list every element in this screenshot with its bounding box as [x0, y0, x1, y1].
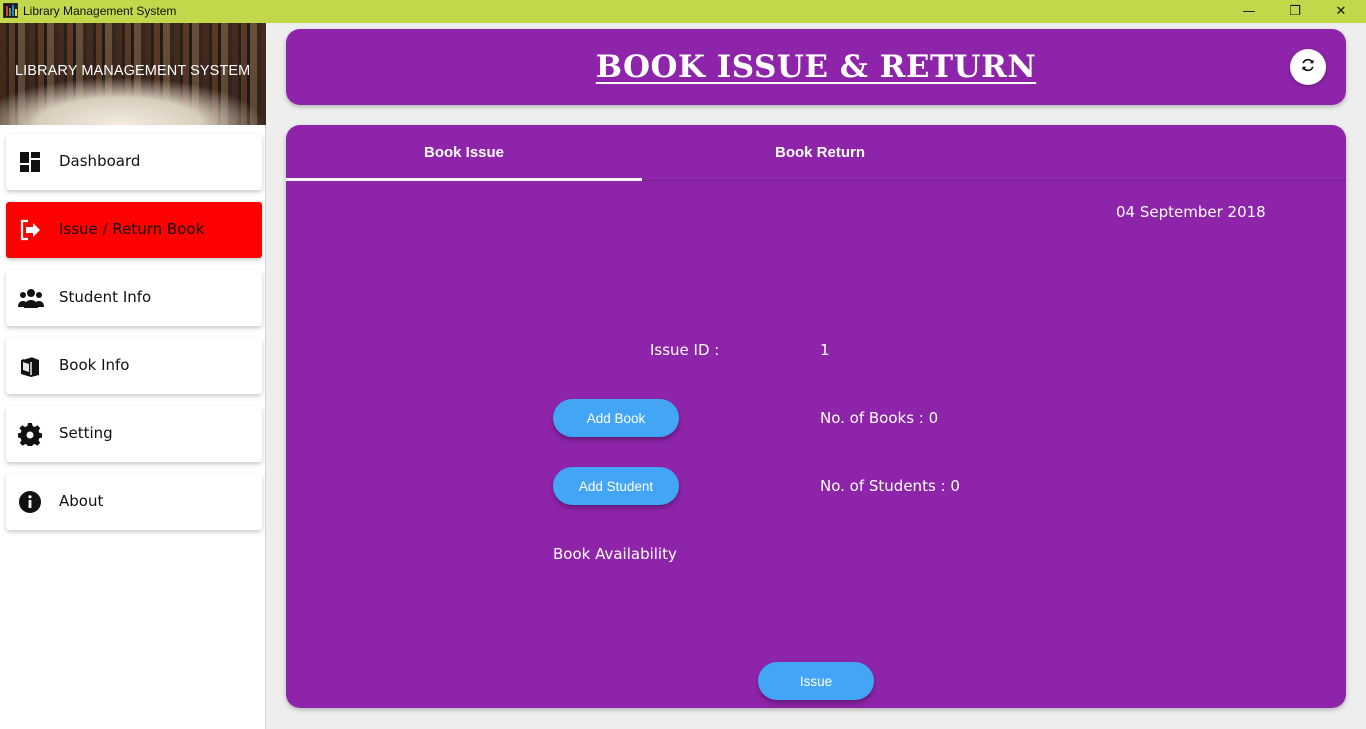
issue-id-value: 1 [820, 341, 830, 359]
app-icon [3, 3, 18, 18]
sidebar-item-label: Dashboard [59, 152, 141, 170]
refresh-icon [1300, 57, 1316, 77]
gear-icon [17, 422, 43, 448]
maximize-button[interactable]: ❐ [1272, 0, 1318, 23]
sidebar-item-label: Book Info [59, 356, 130, 374]
issue-id-label: Issue ID : [650, 341, 720, 359]
tab-book-issue[interactable]: Book Issue [286, 125, 642, 181]
page-header: BOOK ISSUE & RETURN [286, 29, 1346, 105]
sidebar-item-label: Setting [59, 424, 113, 442]
sidebar-item-setting[interactable]: Setting [6, 406, 262, 462]
sidebar: LIBRARY MANAGEMENT SYSTEM Dashboard Issu… [0, 23, 266, 729]
window-title: Library Management System [23, 4, 177, 18]
exit-arrow-icon [18, 218, 42, 242]
books-count: No. of Books : 0 [820, 409, 939, 427]
tab-bar: Book Issue Book Return [286, 125, 1346, 181]
issue-return-panel: Book Issue Book Return 04 September 2018… [286, 125, 1346, 708]
banner-title: LIBRARY MANAGEMENT SYSTEM [15, 63, 251, 79]
sidebar-item-student-info[interactable]: Student Info [6, 270, 262, 326]
add-student-button[interactable]: Add Student [553, 467, 679, 505]
current-date: 04 September 2018 [1116, 203, 1266, 221]
users-icon [18, 286, 44, 310]
books-icon [18, 354, 42, 378]
sidebar-item-label: Student Info [59, 288, 152, 306]
students-count: No. of Students : 0 [820, 477, 960, 495]
sidebar-item-book-info[interactable]: Book Info [6, 338, 262, 394]
tab-book-return[interactable]: Book Return [642, 125, 998, 181]
minimize-button[interactable]: — [1226, 0, 1272, 23]
issue-button[interactable]: Issue [758, 662, 874, 700]
close-button[interactable]: ✕ [1318, 0, 1364, 23]
sidebar-item-dashboard[interactable]: Dashboard [6, 134, 262, 190]
sidebar-item-about[interactable]: About [6, 474, 262, 530]
sidebar-item-label: Issue / Return Book [59, 220, 205, 238]
window-titlebar[interactable]: Library Management System — ❐ ✕ [0, 0, 1366, 23]
add-book-button[interactable]: Add Book [553, 399, 679, 437]
page-title: BOOK ISSUE & RETURN [595, 49, 1037, 85]
book-availability-label: Book Availability [553, 545, 677, 563]
sidebar-banner: LIBRARY MANAGEMENT SYSTEM [0, 23, 266, 125]
sidebar-item-issue-return[interactable]: Issue / Return Book [6, 202, 262, 258]
tab-selected-indicator [286, 178, 642, 181]
sidebar-item-label: About [59, 492, 104, 510]
dashboard-icon [18, 150, 42, 174]
info-icon [18, 490, 42, 514]
refresh-button[interactable] [1290, 49, 1326, 85]
